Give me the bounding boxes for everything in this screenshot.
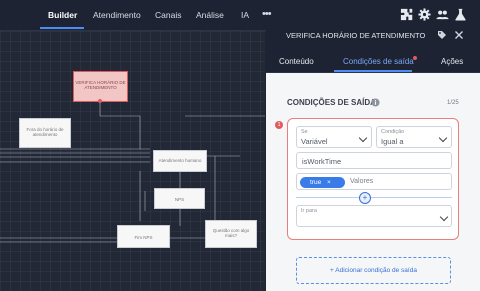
nav-atendimento[interactable]: Atendimento [93, 0, 141, 30]
node-questao-label: Questão com algo mais? [212, 228, 250, 238]
node-fim-label: Fim NPS [134, 235, 153, 240]
node-questao[interactable]: Questão com algo mais? [205, 220, 257, 248]
node-verifica-label: VERIFICA HORÁRIO DE ATENDIMENTO [75, 80, 126, 90]
info-icon[interactable] [371, 98, 380, 107]
se-label: Se [301, 129, 308, 135]
chip-value: true [310, 179, 322, 186]
values-placeholder: Valores [350, 178, 374, 185]
condicao-value: Igual a [381, 137, 404, 146]
users-icon[interactable] [436, 8, 449, 21]
add-condition-button[interactable]: + Adicionar condição de saída [296, 257, 451, 284]
tab-condicoes-saida[interactable]: Condições de saída [343, 57, 414, 66]
variable-input[interactable]: isWorkTime [296, 152, 452, 169]
panel-header: VERIFICA HORÁRIO DE ATENDIMENTO [266, 27, 480, 45]
condicao-select[interactable]: Condição Igual a [376, 126, 452, 148]
tab-active-underline [334, 70, 412, 72]
close-icon[interactable] [454, 30, 464, 40]
nav-analise[interactable]: Análise [196, 0, 224, 30]
ir-para-select[interactable]: Ir para [296, 205, 452, 227]
node-nps-label: NPS [174, 197, 185, 202]
nav-ia[interactable]: IA [241, 0, 249, 30]
more-menu-button[interactable]: ••• [262, 8, 272, 20]
chip-remove-icon[interactable]: × [327, 177, 331, 188]
section-title: CONDIÇÕES DE SAÍDA [287, 98, 376, 107]
tab-conteudo[interactable]: Conteúdo [279, 57, 314, 66]
panel-tabs: Conteúdo Condições de saída Ações [266, 45, 480, 73]
node-fora-horario[interactable]: Fora do horário de atendimento [19, 118, 71, 148]
se-value: Variável [301, 137, 328, 146]
flow-canvas[interactable]: VERIFICA HORÁRIO DE ATENDIMENTO Fora do … [0, 31, 265, 291]
se-select[interactable]: Se Variável [296, 126, 372, 148]
ir-para-label: Ir para [301, 208, 317, 214]
nav-builder[interactable]: Builder [48, 0, 77, 30]
condition-card: Se Variável Condição Igual a isWorkTime … [287, 118, 459, 240]
nav-canais[interactable]: Canais [155, 0, 181, 30]
nav-active-underline [40, 27, 84, 29]
flask-icon[interactable] [454, 8, 467, 21]
puzzle-icon[interactable] [400, 8, 413, 21]
condition-counter: 1/25 [447, 100, 459, 106]
tag-icon[interactable] [437, 30, 447, 40]
node-verifica-horario[interactable]: VERIFICA HORÁRIO DE ATENDIMENTO [73, 71, 128, 102]
tab-acoes[interactable]: Ações [441, 57, 463, 66]
chevron-down-icon [358, 133, 368, 143]
divider [296, 197, 452, 198]
node-nps[interactable]: NPS [154, 188, 205, 209]
panel-title: VERIFICA HORÁRIO DE ATENDIMENTO [286, 31, 426, 40]
connection-lines [0, 101, 265, 243]
properties-panel: VERIFICA HORÁRIO DE ATENDIMENTO Conteúdo… [266, 27, 480, 291]
tab-error-dot [413, 56, 417, 60]
variable-value: isWorkTime [302, 157, 342, 166]
node-fora-label: Fora do horário de atendimento [26, 127, 64, 137]
chevron-down-icon [439, 212, 449, 222]
value-chip: true × [300, 177, 345, 188]
node-fim-nps[interactable]: Fim NPS [117, 225, 170, 248]
condition-index-badge: 1 [275, 121, 283, 129]
add-value-button[interactable]: + [359, 192, 371, 204]
node-atendimento-label: Atendimento humano [158, 158, 202, 163]
node-atendimento-humano[interactable]: Atendimento humano [153, 150, 207, 172]
condicao-label: Condição [381, 129, 405, 135]
values-input[interactable]: true × Valores [296, 173, 452, 190]
node-output-port[interactable] [98, 99, 102, 103]
chevron-down-icon [438, 133, 448, 143]
gear-icon[interactable] [418, 8, 431, 21]
